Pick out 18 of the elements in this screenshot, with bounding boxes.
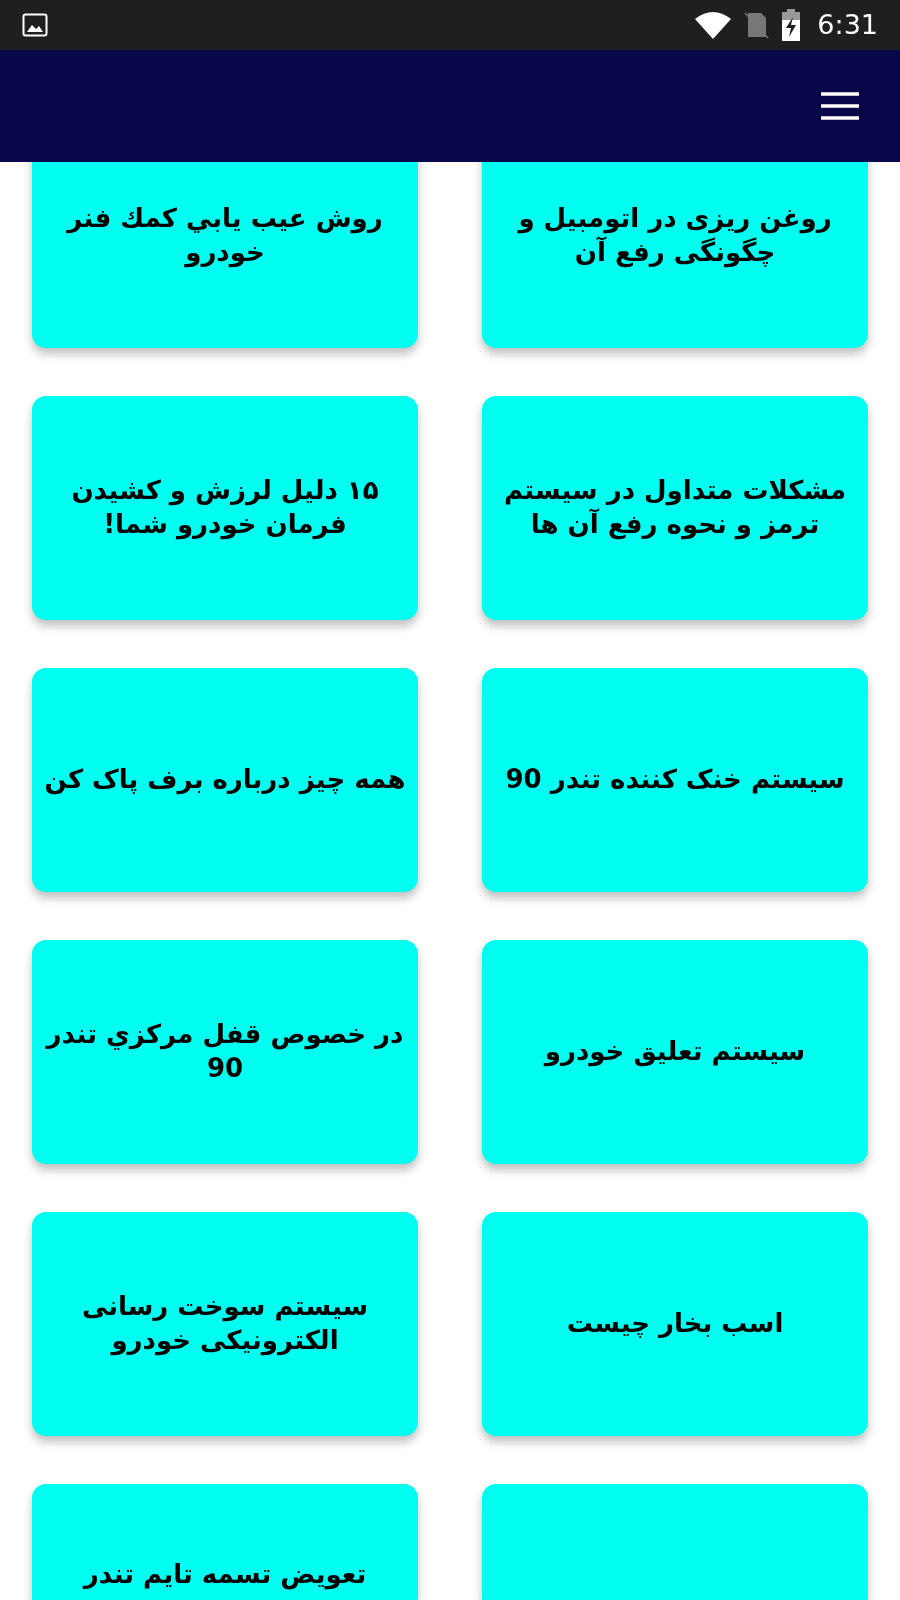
no-sim-icon — [743, 11, 770, 39]
article-card[interactable]: تعویض تسمه تایم تندر — [32, 1484, 418, 1600]
battery-charging-icon — [781, 9, 802, 41]
menu-icon — [821, 92, 859, 120]
article-card[interactable]: مشکلات متداول در سیستم ترمز و نحوه رفع آن ها — [482, 396, 868, 620]
article-card[interactable]: سیستم خنک کننده تندر 90 — [482, 668, 868, 892]
article-card[interactable]: سیستم تعلیق خودرو — [482, 940, 868, 1164]
article-card[interactable]: سیستم سوخت رسانی الکترونیکی خودرو — [32, 1212, 418, 1436]
article-card[interactable]: ۱۵ دلیل لرزش و کشیدن فرمان خودرو شما! — [32, 396, 418, 620]
article-card[interactable]: روغن ریزی در اتومبیل و چگونگی رفع آن — [482, 162, 868, 348]
article-card[interactable]: همه چیز درباره برف پاک کن — [32, 668, 418, 892]
wifi-icon — [695, 11, 732, 39]
article-card[interactable]: در خصوص قفل مرکزي تندر 90 — [32, 940, 418, 1164]
image-icon — [22, 13, 48, 37]
clock-time: 6:31 — [817, 7, 878, 42]
article-card[interactable]: اسب بخار چیست — [482, 1212, 868, 1436]
menu-button[interactable] — [820, 90, 860, 122]
article-card[interactable]: روش عیب یابي کمك فنر خودرو — [32, 162, 418, 348]
